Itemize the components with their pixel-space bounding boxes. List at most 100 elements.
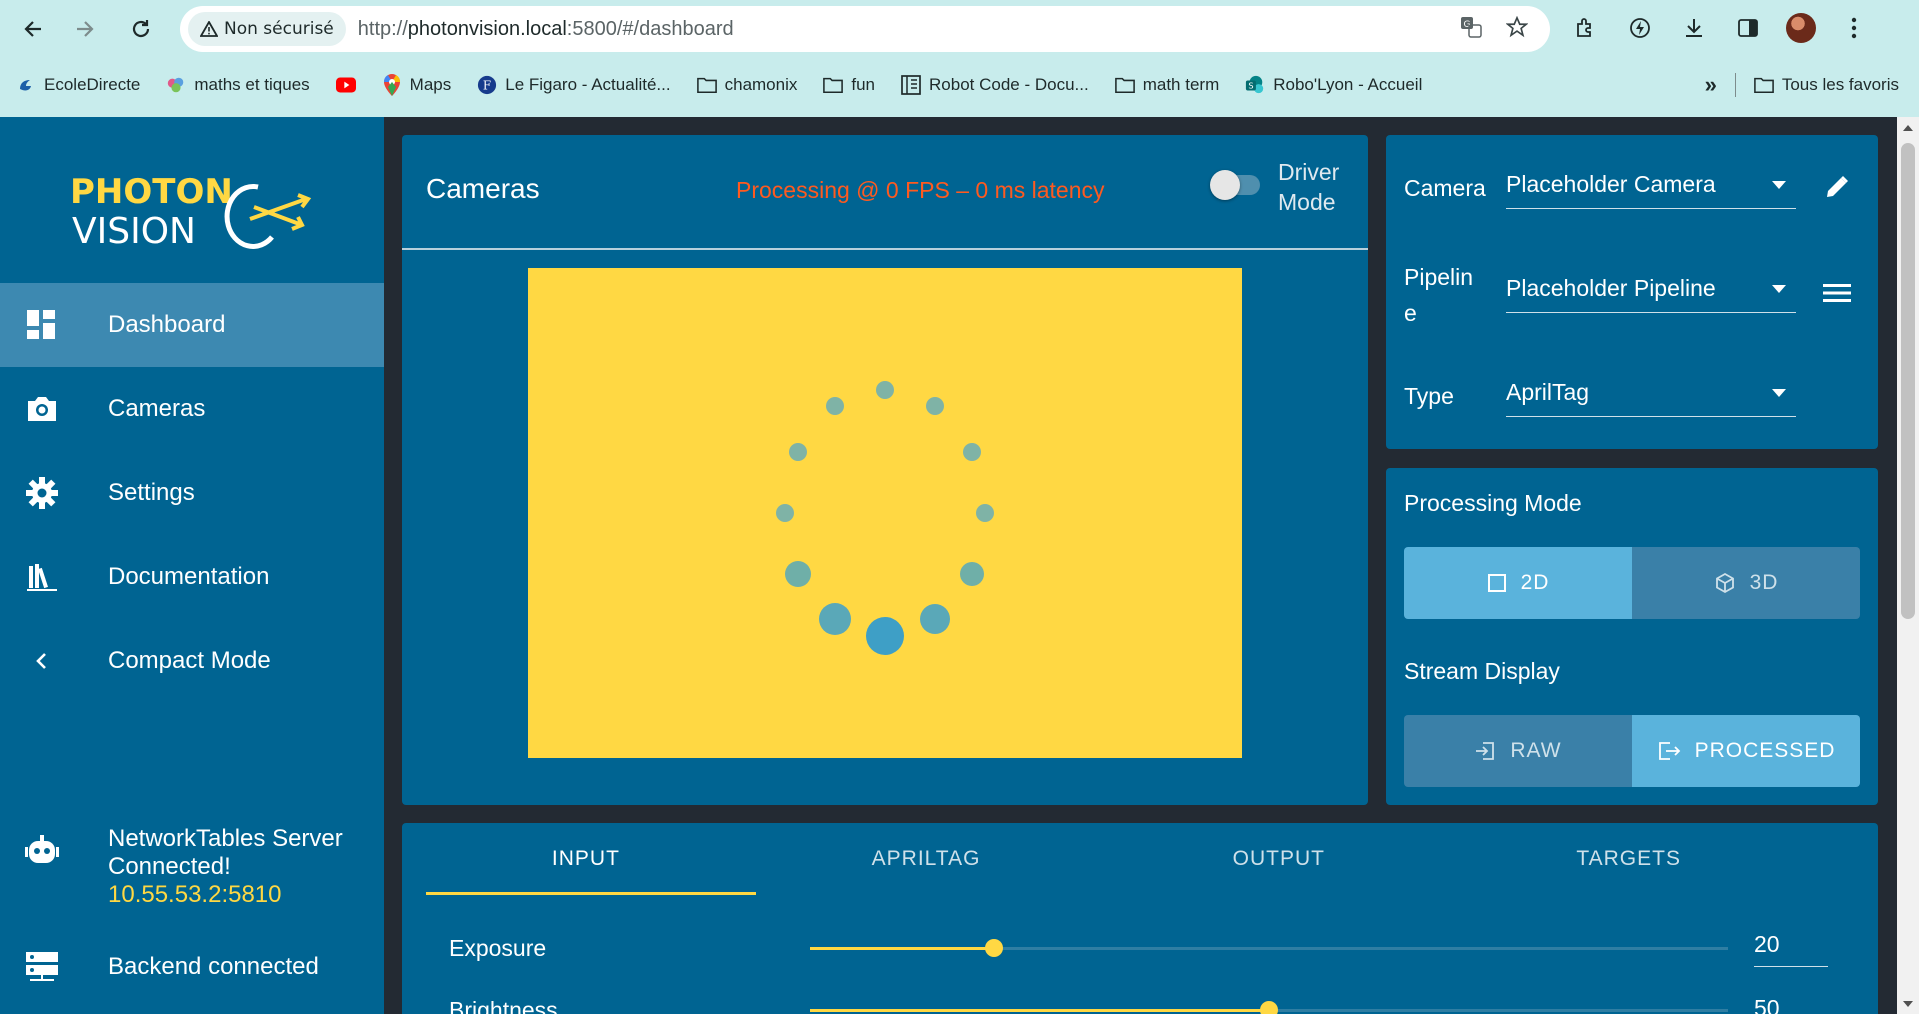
processed-button[interactable]: PROCESSED (1632, 715, 1860, 787)
all-bookmarks-button[interactable]: Tous les favoris (1753, 75, 1899, 95)
more-bookmarks-icon[interactable]: » (1705, 72, 1717, 98)
arrow-left-icon (24, 21, 41, 37)
page-scrollbar[interactable] (1897, 117, 1919, 1014)
exposure-value-field[interactable]: 20 (1754, 931, 1828, 967)
caret-down-icon (1772, 284, 1786, 293)
nav-label: Compact Mode (108, 647, 271, 674)
bookmark-robolyon[interactable]: S Robo'Lyon - Accueil (1245, 75, 1422, 95)
scroll-down-icon[interactable] (1903, 1001, 1913, 1007)
forward-button[interactable] (68, 12, 102, 46)
side-panel-icon[interactable] (1732, 12, 1764, 44)
folder-icon (823, 75, 844, 95)
bookmark-folder-chamonix[interactable]: chamonix (696, 75, 797, 95)
processing-mode-group: 2D 3D (1404, 547, 1860, 619)
menu-kebab-icon[interactable] (1838, 12, 1870, 44)
folder-icon (1753, 75, 1774, 95)
card-divider (402, 248, 1368, 250)
browser-chrome: Non sécurisé http://photonvision.local:5… (0, 0, 1919, 117)
reload-button[interactable] (124, 12, 158, 46)
loading-spinner-icon (776, 381, 994, 655)
security-chip[interactable]: Non sécurisé (188, 12, 346, 46)
tab-apriltag[interactable]: APRILTAG (746, 823, 1107, 895)
cube-icon (1715, 572, 1734, 594)
translate-icon[interactable]: G (1460, 16, 1482, 43)
backend-status: Backend connected (0, 952, 384, 987)
bookmark-maths-et-tiques[interactable]: maths et tiques (166, 75, 310, 95)
arrow-right-icon (77, 21, 94, 37)
bookmark-ecoledirecte[interactable]: EcoleDirecte (16, 75, 140, 95)
brightness-slider-thumb[interactable] (1260, 1001, 1278, 1014)
sharepoint-icon: S (1245, 75, 1265, 95)
exposure-slider-fill (810, 947, 994, 950)
doc-icon (901, 75, 921, 95)
stream-display-title: Stream Display (1404, 658, 1560, 684)
nav-label: Cameras (108, 395, 206, 422)
bookmark-robot-code[interactable]: Robot Code - Docu... (901, 75, 1089, 95)
bookmark-maps[interactable]: Maps (382, 74, 451, 96)
raw-button[interactable]: RAW (1404, 715, 1632, 787)
chevron-left-icon (22, 641, 62, 681)
ecoledirecte-icon (16, 75, 36, 95)
bookmark-folder-math-term[interactable]: math term (1114, 75, 1219, 95)
back-button[interactable] (16, 12, 50, 46)
camera-label: Camera (1404, 175, 1486, 201)
caret-down-icon (1772, 180, 1786, 189)
avatar[interactable] (1786, 13, 1816, 43)
caret-down-icon (1772, 388, 1786, 397)
exposure-slider-thumb[interactable] (985, 939, 1003, 957)
server-icon (22, 947, 62, 987)
hamburger-menu-icon[interactable] (1821, 277, 1853, 309)
scroll-up-icon[interactable] (1903, 125, 1913, 131)
download-icon[interactable] (1678, 12, 1710, 44)
cameras-card: Cameras Processing @ 0 FPS – 0 ms latenc… (402, 135, 1368, 805)
settings-card: INPUT APRILTAG OUTPUT TARGETS Exposure 2… (402, 823, 1878, 1014)
nav-label: Dashboard (108, 311, 226, 338)
performance-icon[interactable] (1624, 12, 1656, 44)
nav-documentation[interactable]: Documentation (0, 535, 384, 619)
bookmarks-divider (1734, 73, 1736, 97)
tab-targets[interactable]: TARGETS (1451, 823, 1806, 895)
mode-3d-button[interactable]: 3D (1632, 547, 1860, 619)
networktables-status: NetworkTables Server Connected! 10.55.53… (0, 825, 384, 909)
type-label: Type (1404, 383, 1454, 409)
folder-icon (1114, 75, 1135, 95)
bookmark-youtube[interactable] (335, 75, 356, 95)
pipeline-select[interactable]: Placeholder Pipeline (1506, 265, 1796, 313)
pencil-icon[interactable] (1821, 171, 1853, 203)
dashboard-icon (22, 305, 62, 345)
pipeline-card: Camera Placeholder Camera Pipelin e Plac… (1386, 135, 1878, 449)
svg-text:VISION: VISION (72, 211, 196, 252)
sidebar: PHOTON VISION Dashboard Cameras Settings… (0, 117, 384, 1014)
figaro-icon: F (477, 75, 497, 95)
nav-dashboard[interactable]: Dashboard (0, 283, 384, 367)
nav-label: Settings (108, 479, 195, 506)
nav-compact-mode[interactable]: Compact Mode (0, 619, 384, 703)
star-icon[interactable] (1505, 15, 1529, 43)
tab-output[interactable]: OUTPUT (1106, 823, 1451, 895)
gear-icon (22, 473, 62, 513)
stream-display-group: RAW PROCESSED (1404, 715, 1860, 787)
backend-status-label: Backend connected (108, 953, 319, 980)
scroll-thumb[interactable] (1901, 143, 1915, 619)
camera-icon (22, 389, 62, 429)
extensions-icon[interactable] (1570, 12, 1602, 44)
mode-2d-button[interactable]: 2D (1404, 547, 1632, 619)
address-bar[interactable]: Non sécurisé http://photonvision.local:5… (180, 6, 1550, 52)
card-title: Cameras (426, 173, 540, 204)
bookmark-folder-fun[interactable]: fun (823, 75, 875, 95)
square-icon (1487, 574, 1506, 592)
tab-input[interactable]: INPUT (426, 823, 756, 895)
url-text: http://photonvision.local:5800/#/dashboa… (357, 17, 734, 40)
driver-mode-label: Driver Mode (1278, 159, 1340, 215)
brightness-value-field[interactable]: 50 (1754, 995, 1828, 1014)
nav-settings[interactable]: Settings (0, 451, 384, 535)
type-select[interactable]: AprilTag (1506, 369, 1796, 417)
bookmark-le-figaro[interactable]: F Le Figaro - Actualité... (477, 75, 671, 95)
svg-text:F: F (483, 79, 491, 93)
svg-text:S: S (1249, 81, 1254, 91)
bookmarks-bar: EcoleDirecte maths et tiques Maps F Le F… (0, 64, 1919, 106)
driver-mode-toggle-knob[interactable] (1210, 170, 1240, 200)
camera-select[interactable]: Placeholder Camera (1506, 161, 1796, 209)
nav-cameras[interactable]: Cameras (0, 367, 384, 451)
brightness-label: Brightness (449, 997, 558, 1014)
